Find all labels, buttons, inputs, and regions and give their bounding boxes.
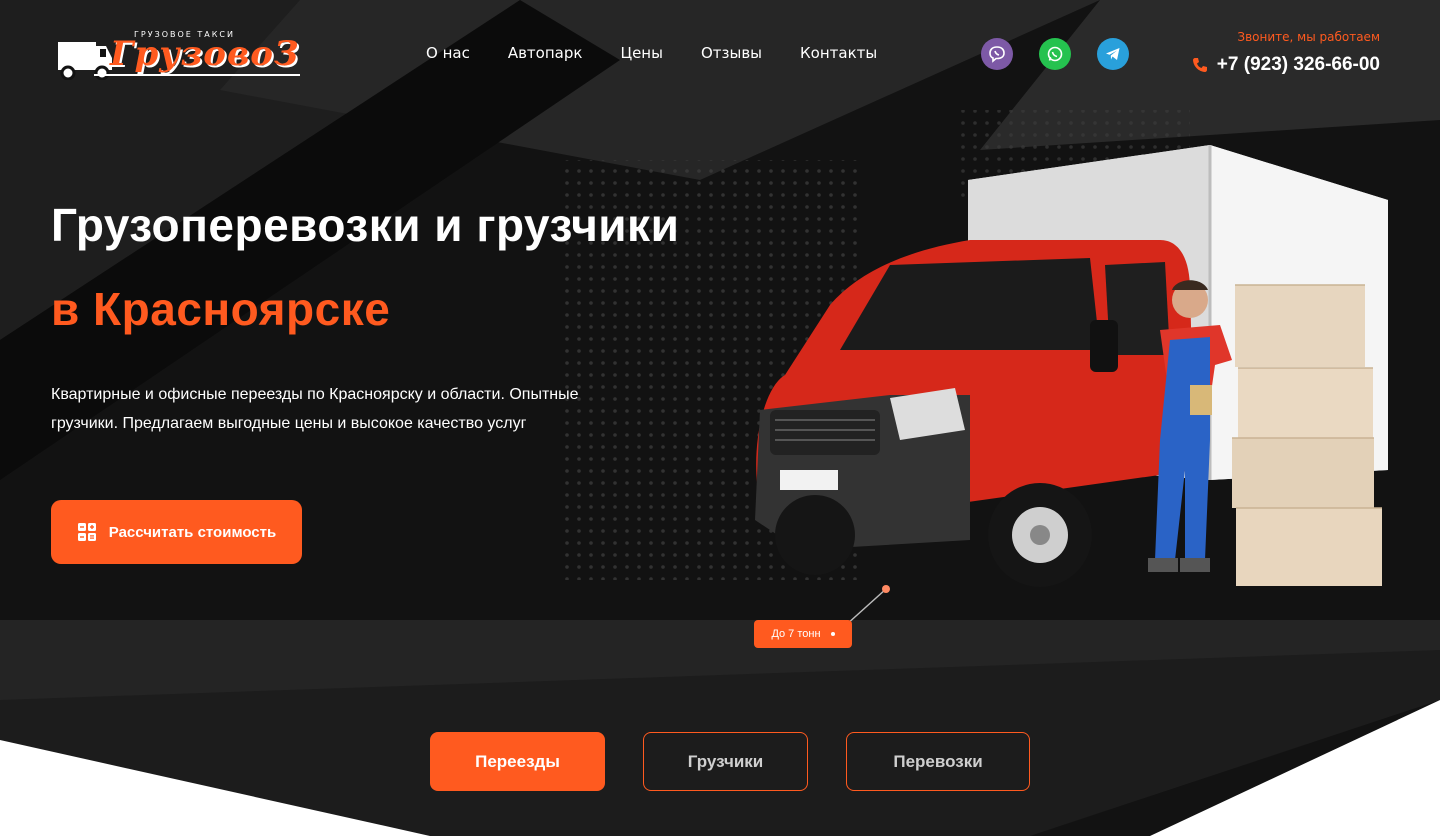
phone-row[interactable]: +7 (923) 326-66-00 <box>1191 54 1380 76</box>
viber-icon[interactable] <box>981 38 1013 70</box>
nav-item-prices[interactable]: Цены <box>620 44 663 62</box>
nav-item-contacts[interactable]: Контакты <box>800 44 877 62</box>
calculate-cost-button[interactable]: Рассчитать стоимость <box>51 500 302 564</box>
call-hint: Звоните, мы работаем <box>1237 30 1380 44</box>
logo-title: ГрузовоЗ <box>110 34 300 74</box>
calculator-icon <box>77 523 96 541</box>
truck-with-mover-image <box>755 145 1388 587</box>
logo-underline <box>94 74 300 76</box>
hero-description: Квартирные и офисные переезды по Красноя… <box>51 386 579 432</box>
social-links <box>981 38 1129 70</box>
telegram-icon[interactable] <box>1097 38 1129 70</box>
nav-item-reviews[interactable]: Отзывы <box>701 44 762 62</box>
tab-transport[interactable]: Перевозки <box>846 732 1030 791</box>
service-tabs: Переезды Грузчики Перевозки <box>430 732 1030 791</box>
calculate-cost-label: Рассчитать стоимость <box>108 523 277 541</box>
phone-number[interactable]: +7 (923) 326-66-00 <box>1217 54 1380 76</box>
capacity-tag-label: До 7 тонн <box>771 628 821 640</box>
nav-item-about[interactable]: О нас <box>426 44 470 62</box>
hero-title-city: в Красноярске <box>51 283 391 335</box>
logo[interactable]: ГРУЗОВОЕ ТАКСИ ГрузовоЗ <box>56 24 302 80</box>
tab-moving[interactable]: Переезды <box>430 732 605 791</box>
hero-title: Грузоперевозки и грузчики <box>51 199 680 251</box>
main-nav: О нас Автопарк Цены Отзывы Контакты <box>426 44 877 62</box>
phone-icon <box>1192 58 1207 72</box>
capacity-tag[interactable]: До 7 тонн <box>754 620 852 648</box>
header-contact: Звоните, мы работаем +7 (923) 326-66-00 <box>1191 30 1380 76</box>
whatsapp-icon[interactable] <box>1039 38 1071 70</box>
dot-icon <box>830 632 835 636</box>
tab-movers[interactable]: Грузчики <box>643 732 808 791</box>
truck-logo-icon <box>58 42 112 80</box>
nav-item-fleet[interactable]: Автопарк <box>508 44 583 62</box>
